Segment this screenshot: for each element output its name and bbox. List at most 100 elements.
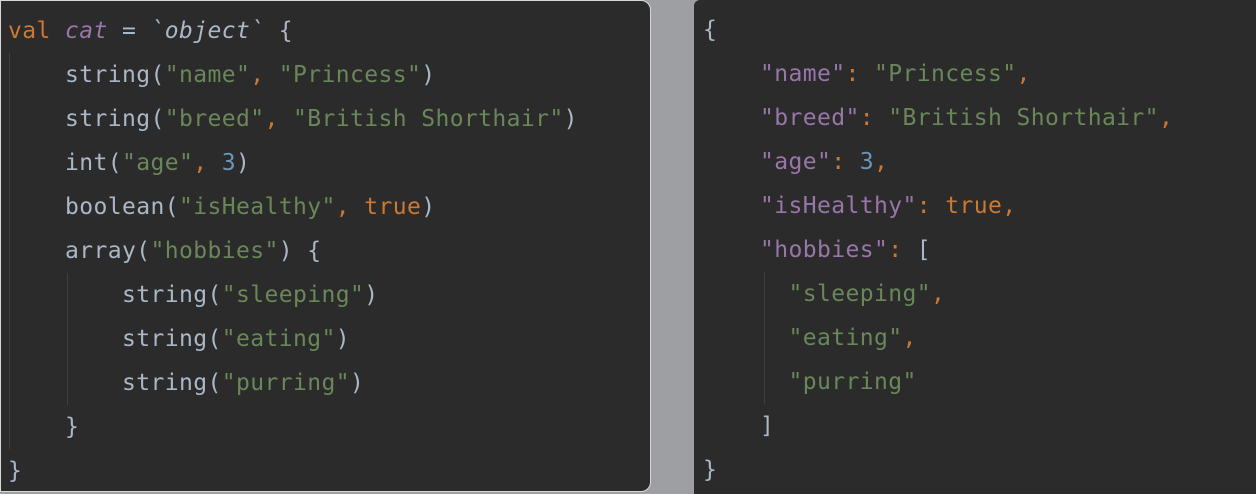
paren: )	[349, 370, 365, 396]
kotlin-code: val cat = `object` { string("name", "Pri…	[8, 9, 650, 491]
colon: :	[888, 237, 917, 263]
paren: (	[136, 238, 151, 264]
comma: ,	[902, 325, 917, 351]
comma: ,	[250, 62, 279, 88]
json-array-item: "purring"	[788, 369, 917, 395]
code-line: "sleeping",	[703, 272, 1256, 316]
string-literal: "Princess"	[278, 62, 422, 88]
comma: ,	[1002, 193, 1017, 219]
number-literal: 3	[221, 150, 236, 176]
string-literal: "name"	[164, 62, 251, 88]
function-call: array	[65, 238, 137, 264]
code-line: "hobbies": [	[703, 228, 1256, 272]
code-line: "isHealthy": true,	[703, 184, 1256, 228]
closing-brace: }	[8, 458, 23, 484]
paren: )	[335, 326, 350, 352]
json-output-editor[interactable]: { "name": "Princess", "breed": "British …	[694, 0, 1256, 494]
colon: :	[831, 149, 860, 175]
json-key: "name"	[760, 61, 846, 87]
code-line: }	[703, 448, 1256, 492]
code-line: }	[8, 449, 650, 491]
code-line: ]	[703, 404, 1256, 448]
operator: =	[107, 18, 151, 44]
code-line: string("purring")	[8, 361, 650, 405]
comma: ,	[264, 106, 293, 132]
json-key: "age"	[760, 149, 832, 175]
paren: (	[207, 370, 222, 396]
paren: (	[107, 150, 122, 176]
json-key: "hobbies"	[760, 237, 889, 263]
paren: (	[207, 326, 222, 352]
comma: ,	[1016, 61, 1031, 87]
paren: )	[236, 150, 251, 176]
string-literal: "eating"	[221, 326, 336, 352]
string-literal: "age"	[122, 150, 194, 176]
closing-brace: }	[65, 414, 80, 440]
code-line: "name": "Princess",	[703, 52, 1256, 96]
code-line: "eating",	[703, 316, 1256, 360]
json-string-value: "Princess"	[873, 61, 1017, 87]
code-line: "breed": "British Shorthair",	[703, 96, 1256, 140]
json-code: { "name": "Princess", "breed": "British …	[703, 8, 1256, 492]
json-array-item: "eating"	[788, 325, 903, 351]
string-literal: "isHealthy"	[178, 194, 336, 220]
function-call: string	[65, 106, 151, 132]
code-line: {	[703, 8, 1256, 52]
paren: )	[421, 62, 436, 88]
code-line: int("age", 3)	[8, 141, 650, 185]
string-literal: "sleeping"	[221, 282, 365, 308]
brace: {	[264, 18, 293, 44]
function-call: boolean	[65, 194, 165, 220]
json-string-value: "British Shorthair"	[888, 105, 1159, 131]
code-line: boolean("isHealthy", true)	[8, 185, 650, 229]
colon: :	[916, 193, 946, 219]
paren: (	[150, 106, 165, 132]
json-boolean-value: true	[945, 193, 1003, 219]
comma: ,	[193, 150, 222, 176]
colon: :	[859, 105, 889, 131]
code-line: array("hobbies") {	[8, 229, 650, 273]
code-line: string("eating")	[8, 317, 650, 361]
boolean-literal: true	[364, 194, 422, 220]
comma: ,	[335, 194, 365, 220]
comma: ,	[930, 281, 946, 307]
paren-brace: ) {	[278, 238, 322, 264]
function-call: string	[65, 62, 151, 88]
paren: (	[207, 282, 222, 308]
backtick: `	[250, 18, 265, 44]
string-literal: "purring"	[221, 370, 350, 396]
string-literal: "breed"	[164, 106, 265, 132]
closing-brace: }	[703, 457, 718, 483]
keyword-val: val	[8, 18, 51, 44]
code-line: "purring"	[703, 360, 1256, 404]
code-line: string("sleeping")	[8, 273, 650, 317]
json-array-item: "sleeping"	[788, 281, 931, 307]
variable-name: cat	[65, 18, 108, 44]
function-call: string	[121, 282, 208, 308]
closing-bracket: ]	[760, 413, 775, 439]
code-line: string("breed", "British Shorthair")	[8, 97, 650, 141]
json-number-value: 3	[859, 149, 874, 175]
paren: )	[563, 106, 578, 132]
json-key: "breed"	[760, 105, 860, 131]
json-key: "isHealthy"	[760, 193, 917, 219]
paren: )	[364, 282, 379, 308]
string-literal: "hobbies"	[150, 238, 279, 264]
function-call: int	[65, 150, 108, 176]
string-literal: "British Shorthair"	[292, 106, 564, 132]
kotlin-code-editor[interactable]: val cat = `object` { string("name", "Pri…	[0, 0, 651, 492]
function-name: object	[164, 18, 251, 44]
opening-bracket: [	[916, 237, 931, 263]
code-line: }	[8, 405, 650, 449]
code-line: "age": 3,	[703, 140, 1256, 184]
comma: ,	[1158, 105, 1174, 131]
paren: )	[421, 194, 436, 220]
function-call: string	[121, 370, 208, 396]
backtick: `	[150, 18, 165, 44]
comma: ,	[874, 149, 889, 175]
paren: (	[164, 194, 179, 220]
opening-brace: {	[703, 17, 718, 43]
paren: (	[150, 62, 165, 88]
colon: :	[845, 61, 874, 87]
code-line: string("name", "Princess")	[8, 53, 650, 97]
